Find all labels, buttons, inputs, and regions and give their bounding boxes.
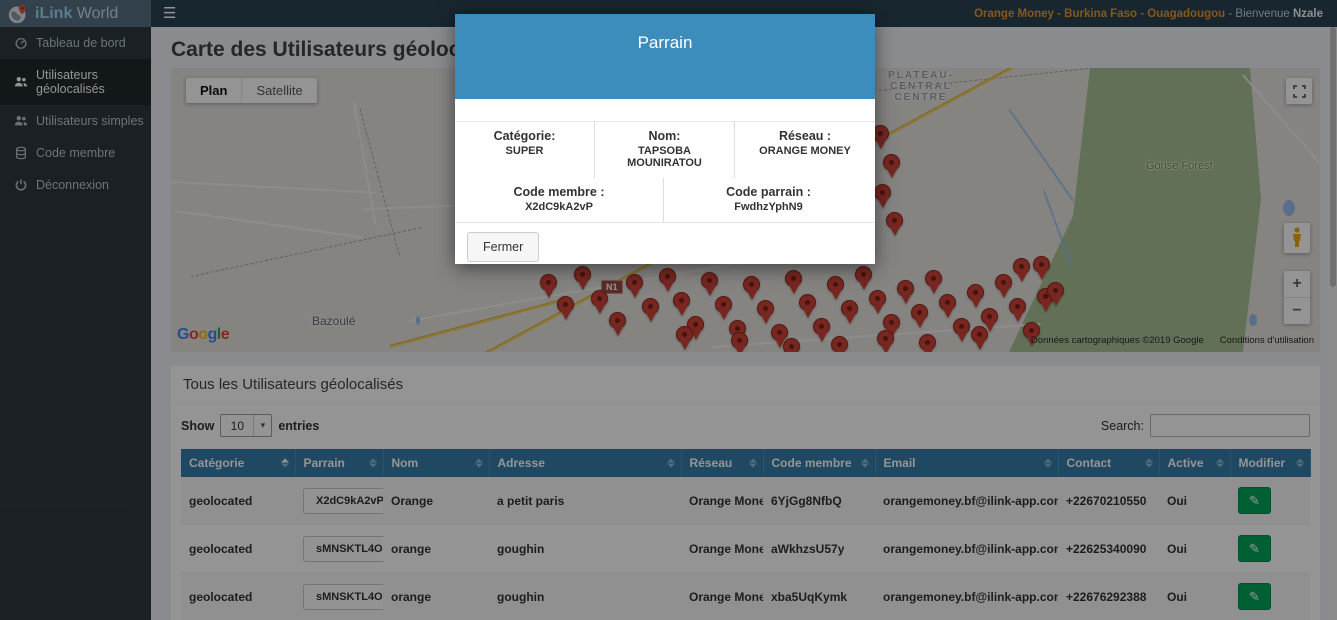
modal-header: Parrain <box>455 14 875 99</box>
parrain-modal: Parrain Catégorie: SUPER Nom: TAPSOBA MO… <box>455 14 875 264</box>
field-code-membre: Code membre : X2dC9kA2vP <box>455 178 664 222</box>
close-modal-button[interactable]: Fermer <box>467 232 539 262</box>
field-nom: Nom: TAPSOBA MOUNIRATOU <box>595 122 735 178</box>
modal-title: Parrain <box>455 14 875 53</box>
field-reseau: Réseau : ORANGE MONEY <box>735 122 875 178</box>
field-categorie: Catégorie: SUPER <box>455 122 595 178</box>
field-code-parrain: Code parrain : FwdhzYphN9 <box>664 178 873 222</box>
modal-footer: Fermer <box>455 222 875 271</box>
